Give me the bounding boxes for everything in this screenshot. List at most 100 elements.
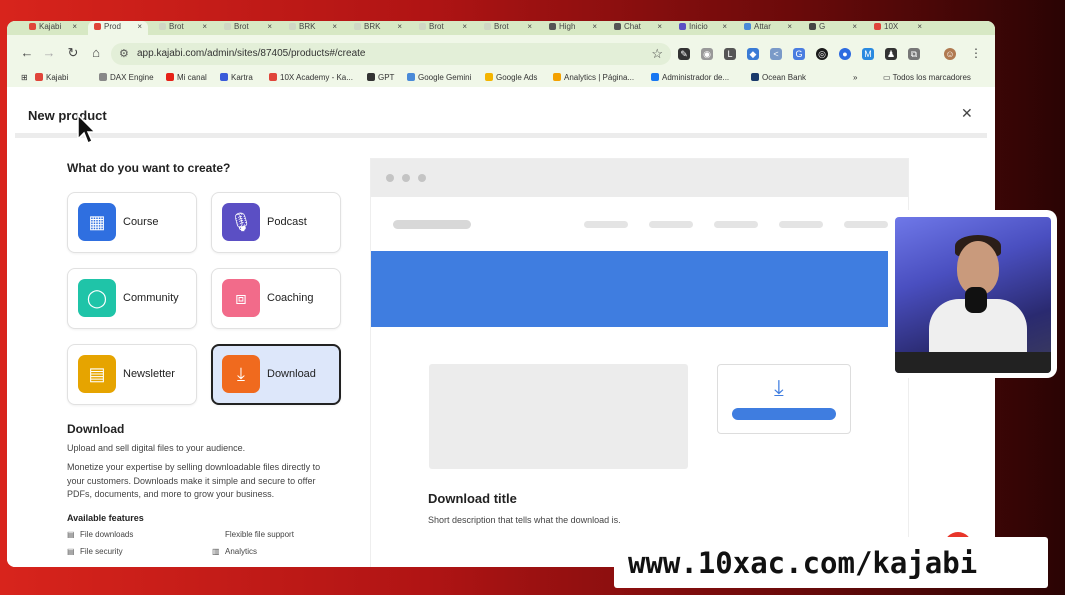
- code-extension-icon[interactable]: <: [770, 48, 782, 60]
- tab-close-icon[interactable]: ×: [397, 21, 402, 33]
- back-icon[interactable]: ←: [19, 45, 35, 61]
- puzzle-group-extension-icon[interactable]: ♟: [885, 48, 897, 60]
- feature-label: Flexible file support: [225, 530, 294, 539]
- browser-tab[interactable]: High ×: [543, 21, 603, 35]
- tab-close-icon[interactable]: ×: [722, 21, 727, 33]
- tab-label: Kajabi: [39, 22, 62, 31]
- tab-close-icon[interactable]: ×: [852, 21, 857, 33]
- product-type-card-download[interactable]: ⤓ Download: [211, 344, 341, 405]
- bookmark-item[interactable]: Kajabi: [35, 73, 68, 82]
- tab-favicon-icon: [614, 23, 621, 30]
- bookmark-favicon-icon: [35, 73, 43, 81]
- tab-close-icon[interactable]: ×: [137, 21, 142, 33]
- profile-avatar[interactable]: ☺: [944, 48, 956, 60]
- bookmark-favicon-icon: [751, 73, 759, 81]
- m-extension-icon[interactable]: M: [862, 48, 874, 60]
- product-type-card-course[interactable]: ▦ Course: [67, 192, 197, 253]
- bookmark-item[interactable]: Google Gemini: [407, 73, 471, 82]
- browser-tab[interactable]: Brot ×: [153, 21, 213, 35]
- browser-tab[interactable]: BRK ×: [283, 21, 343, 35]
- browser-tab[interactable]: 10X ×: [868, 21, 928, 35]
- product-type-label: Download: [267, 368, 316, 380]
- tab-label: 10X: [884, 22, 899, 31]
- reload-icon[interactable]: ↻: [65, 45, 81, 61]
- bookmark-star-icon[interactable]: ☆: [651, 46, 663, 62]
- tab-close-icon[interactable]: ×: [72, 21, 77, 33]
- tab-close-icon[interactable]: ×: [917, 21, 922, 33]
- bookmark-favicon-icon: [485, 73, 493, 81]
- product-type-card-coaching[interactable]: ⧈ Coaching: [211, 268, 341, 329]
- browser-tab[interactable]: Inicio ×: [673, 21, 733, 35]
- tab-label: Prod: [104, 22, 121, 31]
- tab-favicon-icon: [549, 23, 556, 30]
- site-settings-icon[interactable]: ⚙: [119, 47, 129, 60]
- address-bar[interactable]: ⚙ app.kajabi.com/admin/sites/87405/produ…: [111, 43, 671, 65]
- feature-item: ▥ Analytics: [212, 547, 257, 556]
- chat-bubble-icon: ◯: [78, 279, 116, 317]
- apps-grid-icon[interactable]: ⊞: [21, 73, 28, 82]
- bookmark-item[interactable]: Kartra: [220, 73, 253, 82]
- preview-browser-chrome: [371, 159, 908, 197]
- bookmark-item[interactable]: Analytics | Página...: [553, 73, 634, 82]
- tab-close-icon[interactable]: ×: [332, 21, 337, 33]
- bookmark-item[interactable]: Administrador de...: [651, 73, 729, 82]
- product-type-card-podcast[interactable]: 🎙 Podcast: [211, 192, 341, 253]
- camera-extension-icon[interactable]: ◉: [701, 48, 713, 60]
- browser-tab[interactable]: Brot ×: [413, 21, 473, 35]
- browser-tab[interactable]: Brot ×: [218, 21, 278, 35]
- browser-tab[interactable]: Prod ×: [88, 21, 148, 35]
- folder-icon: ▭: [883, 73, 893, 82]
- tab-favicon-icon: [484, 23, 491, 30]
- browser-tab[interactable]: Brot ×: [478, 21, 538, 35]
- browser-tab[interactable]: G ×: [803, 21, 863, 35]
- bookmark-item[interactable]: Google Ads: [485, 73, 537, 82]
- eyedropper-extension-icon[interactable]: ✎: [678, 48, 690, 60]
- product-preview: ⤓ Download title Short description that …: [371, 159, 908, 567]
- browser-menu-icon[interactable]: ⋮: [970, 46, 982, 60]
- newsletter-icon: ▤: [78, 355, 116, 393]
- all-bookmarks-label: Todos los marcadores: [892, 73, 971, 82]
- bookmark-item[interactable]: Ocean Bank: [751, 73, 806, 82]
- tab-close-icon[interactable]: ×: [592, 21, 597, 33]
- tab-close-icon[interactable]: ×: [462, 21, 467, 33]
- translate-extension-icon[interactable]: G: [793, 48, 805, 60]
- bookmark-item[interactable]: DAX Engine: [99, 73, 154, 82]
- tab-favicon-icon: [29, 23, 36, 30]
- preview-nav-placeholder: [649, 221, 693, 228]
- tab-close-icon[interactable]: ×: [527, 21, 532, 33]
- tag-extension-icon[interactable]: ◆: [747, 48, 759, 60]
- bookmark-item[interactable]: Mi canal: [166, 73, 207, 82]
- preview-download-description: Short description that tells what the do…: [428, 515, 621, 525]
- tab-close-icon[interactable]: ×: [267, 21, 272, 33]
- product-type-card-newsletter[interactable]: ▤ Newsletter: [67, 344, 197, 405]
- bookmark-item[interactable]: GPT: [367, 73, 394, 82]
- forward-icon[interactable]: →: [41, 45, 57, 61]
- browser-tab[interactable]: Kajabi ×: [23, 21, 83, 35]
- browser-tab[interactable]: BRK ×: [348, 21, 408, 35]
- browser-tab[interactable]: Chat ×: [608, 21, 668, 35]
- tab-close-icon[interactable]: ×: [202, 21, 207, 33]
- bookmark-label: DAX Engine: [110, 73, 154, 82]
- url-text: app.kajabi.com/admin/sites/87405/product…: [137, 48, 366, 59]
- more-bookmarks-icon[interactable]: »: [853, 73, 857, 82]
- all-bookmarks-folder[interactable]: ▭ Todos los marcadores: [883, 73, 971, 82]
- chatgpt-extension-icon[interactable]: ◎: [816, 48, 828, 60]
- product-type-card-community[interactable]: ◯ Community: [67, 268, 197, 329]
- tab-close-icon[interactable]: ×: [657, 21, 662, 33]
- lt-extension-icon[interactable]: L: [724, 48, 736, 60]
- bookmark-favicon-icon: [407, 73, 415, 81]
- close-icon[interactable]: ✕: [961, 105, 973, 122]
- tab-label: Attar: [754, 22, 771, 31]
- bookmark-label: Google Ads: [496, 73, 538, 82]
- bookmark-item[interactable]: 10X Academy - Ka...: [269, 73, 353, 82]
- tab-close-icon[interactable]: ×: [787, 21, 792, 33]
- browser-tab[interactable]: Attar ×: [738, 21, 798, 35]
- preview-dot: [386, 174, 394, 182]
- extensions-puzzle-icon[interactable]: ⧉: [908, 48, 920, 60]
- blue-extension-icon[interactable]: ●: [839, 48, 851, 60]
- home-icon[interactable]: ⌂: [88, 45, 104, 61]
- preview-download-title: Download title: [428, 491, 517, 506]
- tab-favicon-icon: [224, 23, 231, 30]
- product-type-label: Newsletter: [123, 368, 175, 380]
- tab-label: Brot: [429, 22, 444, 31]
